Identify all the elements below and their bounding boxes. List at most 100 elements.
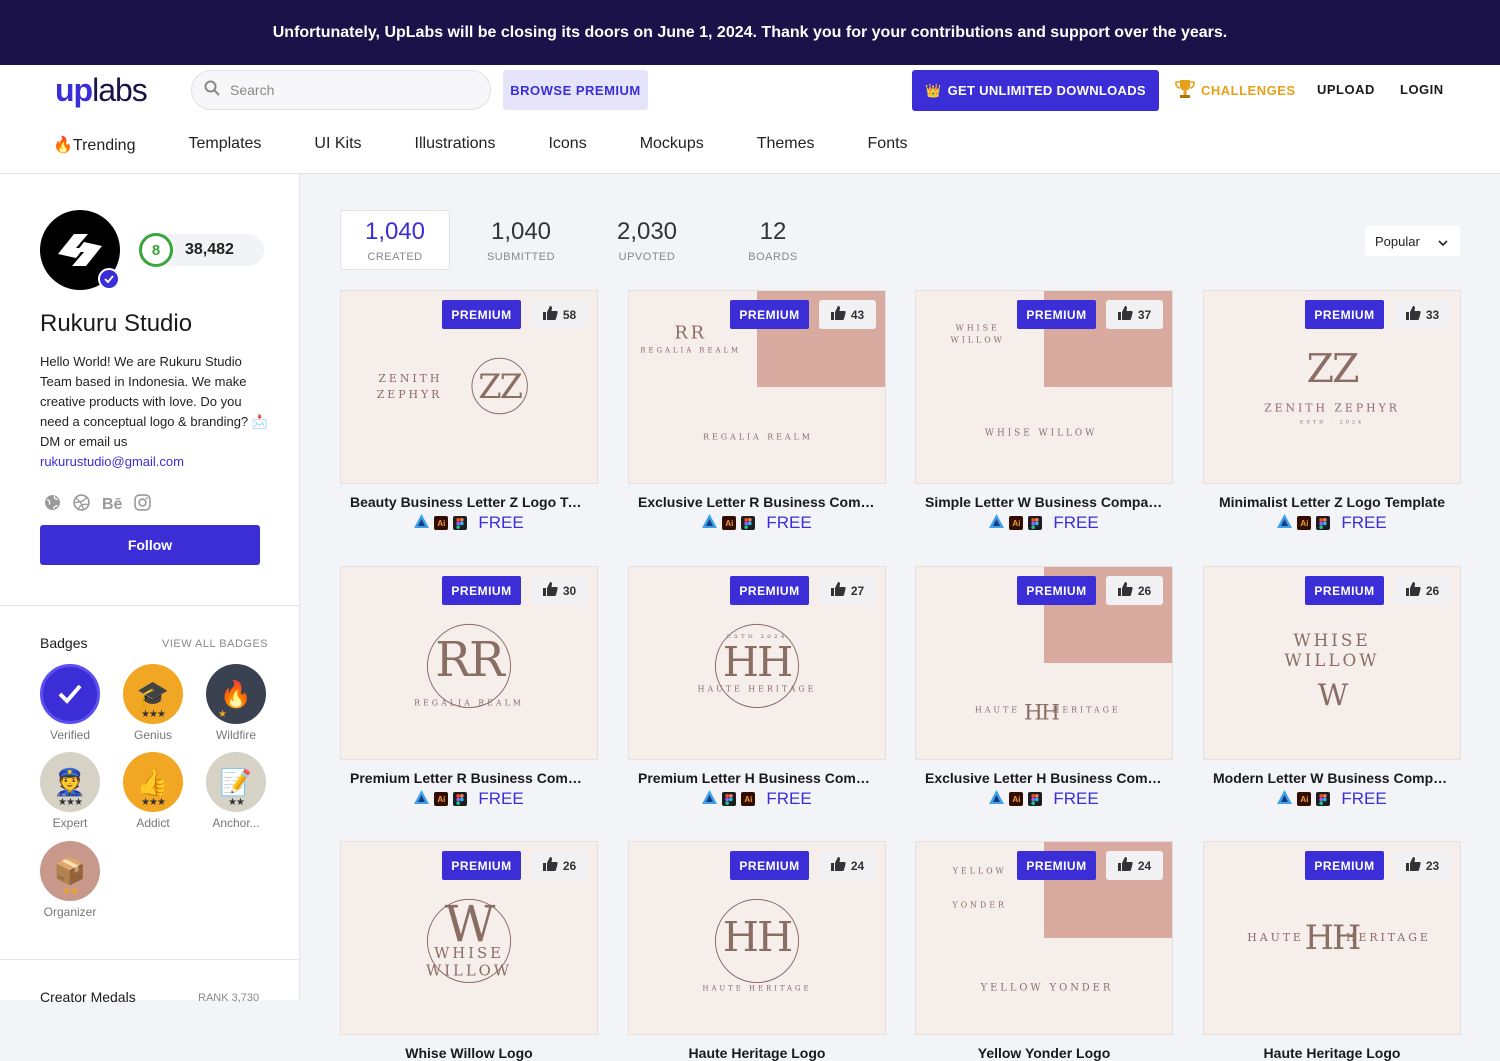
premium-badge[interactable]: PREMIUM bbox=[1017, 851, 1096, 880]
badge-anchor[interactable]: 📝 ★★ Anchor... bbox=[203, 752, 269, 830]
design-card[interactable]: WHISE WILLOW WHISE WILLOW PREMIUM 37 Simple L… bbox=[915, 290, 1173, 533]
premium-badge[interactable]: PREMIUM bbox=[1305, 576, 1384, 605]
like-button[interactable]: 27 bbox=[819, 576, 876, 605]
badge-genius[interactable]: 🎓 ★★★ Genius bbox=[120, 664, 186, 742]
search-input[interactable] bbox=[230, 82, 470, 98]
dribbble-icon[interactable] bbox=[73, 494, 90, 516]
card-title[interactable]: Premium Letter R Business Company Logo bbox=[340, 770, 598, 786]
design-card[interactable]: ZZ ZENITH ZEPHYR ESTD · 2024 PREMIUM 33 Minim… bbox=[1203, 290, 1461, 533]
like-button[interactable]: 23 bbox=[1394, 851, 1451, 880]
card-title[interactable]: Simple Letter W Business Company Logo bbox=[915, 494, 1173, 510]
card-thumbnail[interactable]: WHISE WILLOW W PREMIUM 26 bbox=[1203, 566, 1461, 760]
card-thumbnail[interactable]: HH HAUTE HERITAGE ESTD 2024 PREMIUM 27 bbox=[628, 566, 886, 760]
premium-badge[interactable]: PREMIUM bbox=[442, 851, 521, 880]
card-title[interactable]: Exclusive Letter R Business Company Logo bbox=[628, 494, 886, 510]
card-title[interactable]: Beauty Business Letter Z Logo Template bbox=[340, 494, 598, 510]
card-thumbnail[interactable]: REGALIA REALM RR REGALIA REALM PREMIUM 43 bbox=[628, 290, 886, 484]
premium-badge[interactable]: PREMIUM bbox=[442, 300, 521, 329]
badge-expert[interactable]: 👮 ★★★ Expert bbox=[37, 752, 103, 830]
challenges-link[interactable]: CHALLENGES bbox=[1175, 78, 1296, 103]
points-pill: 8 38,482 bbox=[138, 233, 264, 267]
like-button[interactable]: 58 bbox=[531, 300, 588, 329]
premium-badge[interactable]: PREMIUM bbox=[442, 576, 521, 605]
nav-mockups[interactable]: Mockups bbox=[640, 135, 704, 155]
tab-created[interactable]: 1,040 CREATED bbox=[340, 210, 450, 270]
tab-boards[interactable]: 12 BOARDS bbox=[718, 210, 828, 270]
get-unlimited-downloads-button[interactable]: 👑 GET UNLIMITED DOWNLOADS bbox=[912, 70, 1159, 111]
logo-text: ZZ bbox=[478, 367, 522, 406]
badge-glyph: 🔥 bbox=[219, 678, 253, 709]
card-thumbnail[interactable]: HH HAUTE HERITAGE PREMIUM 24 bbox=[628, 841, 886, 1035]
card-title[interactable]: Modern Letter W Business Company Logo bbox=[1203, 770, 1461, 786]
sort-select[interactable]: Popular bbox=[1365, 226, 1460, 256]
nav-trending[interactable]: 🔥Trending bbox=[53, 135, 135, 155]
card-thumbnail[interactable]: ZZ ZENITH ZEPHYR ESTD · 2024 PREMIUM 33 bbox=[1203, 290, 1461, 484]
design-card[interactable]: HH HAUTE HERITAGE PREMIUM 24 Haute Heritage … bbox=[628, 841, 886, 1061]
like-button[interactable]: 37 bbox=[1106, 300, 1163, 329]
globe-icon[interactable] bbox=[44, 494, 61, 516]
uplabs-logo[interactable]: uplabs bbox=[55, 73, 148, 107]
card-thumbnail[interactable]: HH HAUTE HERITAGE PREMIUM 26 bbox=[915, 566, 1173, 760]
like-button[interactable]: 33 bbox=[1394, 300, 1451, 329]
premium-badge[interactable]: PREMIUM bbox=[1305, 300, 1384, 329]
affinity-icon bbox=[1277, 513, 1293, 533]
card-thumbnail[interactable]: YELLOW YONDER YELLOW YONDER PREMIUM 24 bbox=[915, 841, 1173, 1035]
card-thumbnail[interactable]: RR REGALIA REALM PREMIUM 30 bbox=[340, 566, 598, 760]
like-button[interactable]: 26 bbox=[1106, 576, 1163, 605]
like-button[interactable]: 24 bbox=[819, 851, 876, 880]
premium-badge[interactable]: PREMIUM bbox=[1017, 300, 1096, 329]
premium-badge[interactable]: PREMIUM bbox=[1305, 851, 1384, 880]
design-card[interactable]: HAUTE HH HERITAGE PREMIUM 23 Haute Heritage L… bbox=[1203, 841, 1461, 1061]
card-title[interactable]: Yellow Yonder Logo bbox=[915, 1045, 1173, 1061]
nav-templates[interactable]: Templates bbox=[188, 135, 261, 155]
nav-fonts[interactable]: Fonts bbox=[868, 135, 908, 155]
stat-value: 1,040 bbox=[490, 217, 552, 245]
design-card[interactable]: HH HAUTE HERITAGE PREMIUM 26 Exclusive Letter… bbox=[915, 566, 1173, 809]
like-button[interactable]: 26 bbox=[1394, 576, 1451, 605]
instagram-icon[interactable] bbox=[134, 494, 152, 516]
card-title[interactable]: Whise Willow Logo bbox=[340, 1045, 598, 1061]
like-button[interactable]: 43 bbox=[819, 300, 876, 329]
view-all-badges-link[interactable]: VIEW ALL BADGES bbox=[162, 638, 268, 650]
card-thumbnail[interactable]: WHISE WILLOW WHISE WILLOW PREMIUM 37 bbox=[915, 290, 1173, 484]
card-thumbnail[interactable]: HAUTE HH HERITAGE PREMIUM 23 bbox=[1203, 841, 1461, 1035]
search-box[interactable] bbox=[191, 70, 491, 110]
like-button[interactable]: 24 bbox=[1106, 851, 1163, 880]
follow-button[interactable]: Follow bbox=[40, 525, 260, 565]
badge-addict[interactable]: 👍 ★★★ Addict bbox=[120, 752, 186, 830]
badge-organizer[interactable]: 📦 ★★ Organizer bbox=[37, 841, 103, 919]
premium-badge[interactable]: PREMIUM bbox=[730, 851, 809, 880]
badge-verified[interactable]: Verified bbox=[37, 664, 103, 742]
tab-upvoted[interactable]: 2,030 UPVOTED bbox=[592, 210, 702, 270]
card-title[interactable]: Haute Heritage Logo bbox=[628, 1045, 886, 1061]
design-card[interactable]: HH HAUTE HERITAGE ESTD 2024 PREMIUM 27 Premiu… bbox=[628, 566, 886, 809]
design-card[interactable]: WHISE WILLOW W PREMIUM 26 Modern Letter W Bus… bbox=[1203, 566, 1461, 809]
design-card[interactable]: W WHISE WILLOW PREMIUM 26 Whise Willow Logo bbox=[340, 841, 598, 1061]
upload-link[interactable]: UPLOAD bbox=[1317, 82, 1375, 97]
behance-icon[interactable]: Bē bbox=[102, 496, 122, 514]
design-card[interactable]: REGALIA REALM RR REGALIA REALM PREMIUM 43 Exc… bbox=[628, 290, 886, 533]
like-button[interactable]: 30 bbox=[531, 576, 588, 605]
nav-icons[interactable]: Icons bbox=[548, 135, 586, 155]
premium-badge[interactable]: PREMIUM bbox=[1017, 576, 1096, 605]
nav-illustrations[interactable]: Illustrations bbox=[415, 135, 496, 155]
tab-submitted[interactable]: 1,040 SUBMITTED bbox=[466, 210, 576, 270]
browse-premium-button[interactable]: BROWSE PREMIUM bbox=[503, 70, 648, 110]
nav-ui-kits[interactable]: UI Kits bbox=[314, 135, 361, 155]
premium-badge[interactable]: PREMIUM bbox=[730, 300, 809, 329]
like-button[interactable]: 26 bbox=[531, 851, 588, 880]
nav-themes[interactable]: Themes bbox=[757, 135, 815, 155]
card-title[interactable]: Exclusive Letter H Business Company Logo bbox=[915, 770, 1173, 786]
card-thumbnail[interactable]: W WHISE WILLOW PREMIUM 26 bbox=[340, 841, 598, 1035]
login-link[interactable]: LOGIN bbox=[1400, 82, 1444, 97]
card-thumbnail[interactable]: ZENITH ZEPHYR ZZ PREMIUM 58 bbox=[340, 290, 598, 484]
design-card[interactable]: RR REGALIA REALM PREMIUM 30 Premium Letter R… bbox=[340, 566, 598, 809]
card-title[interactable]: Premium Letter H Business Company Logo bbox=[628, 770, 886, 786]
premium-badge[interactable]: PREMIUM bbox=[730, 576, 809, 605]
card-title[interactable]: Minimalist Letter Z Logo Template bbox=[1203, 494, 1461, 510]
design-card[interactable]: YELLOW YONDER YELLOW YONDER PREMIUM 24 Yellow… bbox=[915, 841, 1173, 1061]
design-card[interactable]: ZENITH ZEPHYR ZZ PREMIUM 58 Beauty Business L… bbox=[340, 290, 598, 533]
profile-email-link[interactable]: rukurustudio@gmail.com bbox=[40, 454, 184, 469]
card-title[interactable]: Haute Heritage Logo bbox=[1203, 1045, 1461, 1061]
badge-wildfire[interactable]: 🔥 ★ Wildfire bbox=[203, 664, 269, 742]
